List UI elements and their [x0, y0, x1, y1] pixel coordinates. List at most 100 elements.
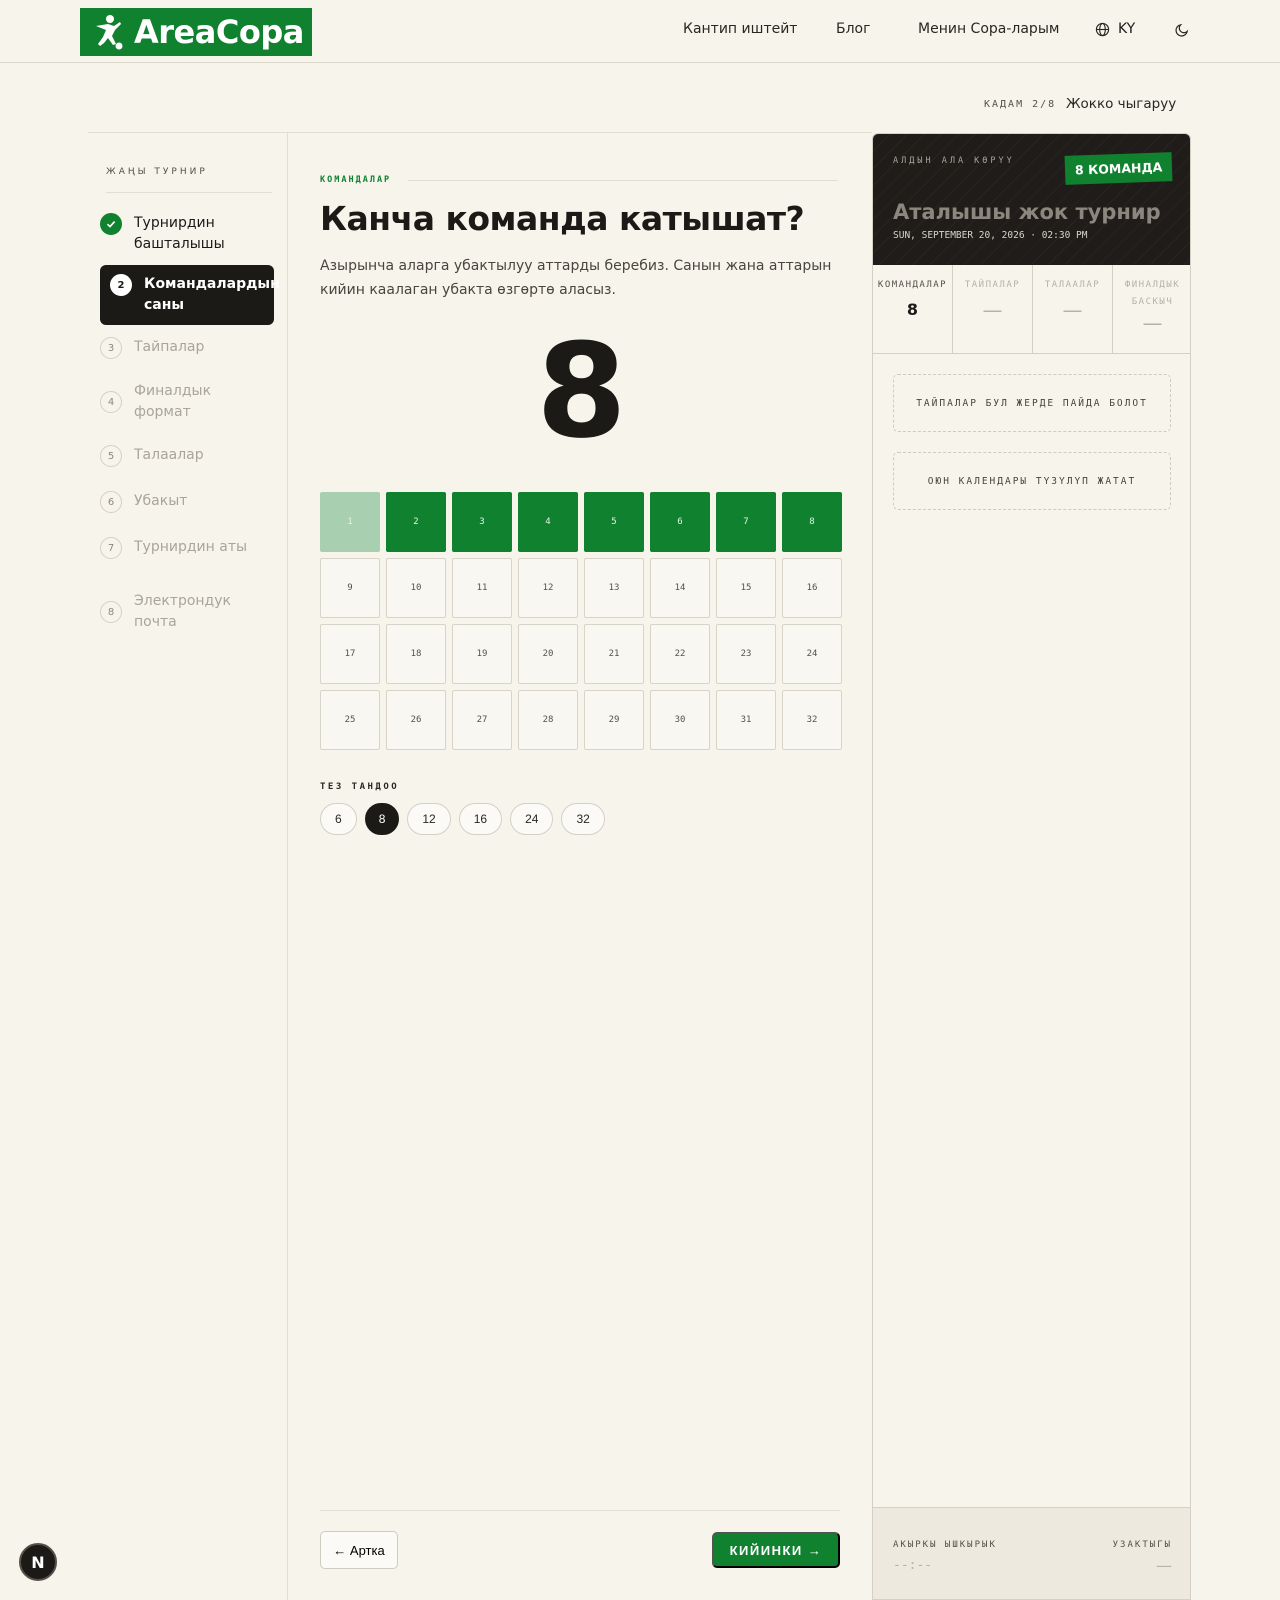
- step-label: Талаалар: [134, 447, 204, 463]
- team-count-cell[interactable]: 5: [584, 492, 644, 552]
- team-count-cell[interactable]: 8: [782, 492, 842, 552]
- step-number: 6: [100, 491, 122, 513]
- stat-value: —: [1062, 298, 1083, 322]
- cancel-link[interactable]: Жокко чыгаруу: [1066, 96, 1176, 112]
- quick-select-chip[interactable]: 32: [561, 803, 605, 835]
- tournament-preview-card: АЛДЫН АЛА КӨРҮҮ 8 КОМАНДА Аталышы жок ту…: [872, 133, 1191, 1600]
- step-item-8[interactable]: 8 Электрондук почта: [100, 591, 274, 633]
- team-count-cell[interactable]: 29: [584, 690, 644, 750]
- stat-groups: ТАЙПАЛАР —: [953, 265, 1033, 353]
- quick-select-chip[interactable]: 24: [510, 803, 554, 835]
- step-number: 8: [100, 601, 122, 623]
- team-count-grid: 1 2 3 4 5 6 7 8 9 10 11 12 13 14 15 16 1…: [320, 492, 842, 750]
- stat-label: ФИНАЛДЫК БАСКЫЧ: [1124, 280, 1181, 307]
- step-label: Командалардын саны: [144, 276, 280, 313]
- team-count-cell[interactable]: 26: [386, 690, 446, 750]
- back-button[interactable]: ← Артка: [320, 1531, 398, 1569]
- step-number: 2: [110, 274, 132, 296]
- team-count-cell[interactable]: 23: [716, 624, 776, 684]
- step-number: 3: [100, 337, 122, 359]
- team-count-cell[interactable]: 24: [782, 624, 842, 684]
- team-count-cell[interactable]: 30: [650, 690, 710, 750]
- step-item-6[interactable]: 6 Убакыт: [100, 491, 274, 513]
- step-number: 4: [100, 391, 122, 413]
- divider: [320, 1510, 840, 1511]
- quick-select: 6 8 12 16 24 32: [320, 803, 605, 835]
- team-count-cell[interactable]: 15: [716, 558, 776, 618]
- soccer-player-icon: [96, 15, 123, 50]
- stat-value: —: [1142, 311, 1163, 335]
- team-count-cell[interactable]: 11: [452, 558, 512, 618]
- duration-value: —: [1156, 1556, 1172, 1575]
- dev-tools-badge[interactable]: N: [19, 1543, 57, 1581]
- globe-icon: [1095, 22, 1110, 36]
- team-count-cell[interactable]: 21: [584, 624, 644, 684]
- team-count-cell[interactable]: 32: [782, 690, 842, 750]
- page-title: Канча команда катышат?: [320, 199, 805, 238]
- section-label: КОМАНДАЛАР: [320, 175, 392, 185]
- nav-blog[interactable]: Блог: [836, 21, 870, 37]
- next-button[interactable]: КИЙИНКИ →: [712, 1532, 840, 1568]
- step-number: 7: [100, 537, 122, 559]
- team-count-cell[interactable]: 14: [650, 558, 710, 618]
- team-count-cell[interactable]: 7: [716, 492, 776, 552]
- team-count-cell[interactable]: 18: [386, 624, 446, 684]
- team-count-cell[interactable]: 17: [320, 624, 380, 684]
- tournament-date: SUN, SEPTEMBER 20, 2026 · 02:30 PM: [893, 230, 1088, 241]
- team-count-cell[interactable]: 9: [320, 558, 380, 618]
- step-item-3[interactable]: 3 Тайпалар: [100, 337, 274, 359]
- logo-text: AreaCopa: [134, 13, 304, 51]
- tournament-name: Аталышы жок турнир: [893, 200, 1161, 224]
- quick-select-chip[interactable]: 12: [407, 803, 451, 835]
- final-whistle-label: АКЫРКЫ ЫШКЫРЫК: [893, 1540, 997, 1550]
- team-count-cell[interactable]: 31: [716, 690, 776, 750]
- divider: [408, 180, 838, 181]
- team-count-cell[interactable]: 28: [518, 690, 578, 750]
- team-count-cell[interactable]: 2: [386, 492, 446, 552]
- groups-placeholder: ТАЙПАЛАР БУЛ ЖЕРДЕ ПАЙДА БОЛОТ: [893, 374, 1171, 432]
- team-count-cell[interactable]: 27: [452, 690, 512, 750]
- team-count-cell[interactable]: 16: [782, 558, 842, 618]
- stat-final-stage: ФИНАЛДЫК БАСКЫЧ —: [1113, 265, 1190, 353]
- duration-label: УЗАКТЫГЫ: [1112, 1540, 1172, 1550]
- team-count-cell[interactable]: 12: [518, 558, 578, 618]
- quick-select-chip[interactable]: 16: [458, 803, 503, 835]
- team-count-cell[interactable]: 6: [650, 492, 710, 552]
- step-item-5[interactable]: 5 Талаалар: [100, 445, 274, 467]
- selected-team-count: 8: [536, 315, 626, 467]
- step-label: Электрондук почта: [134, 593, 231, 630]
- team-count-cell[interactable]: 1: [320, 492, 380, 552]
- step-counter: КАДАМ 2/8: [984, 99, 1057, 110]
- team-count-cell[interactable]: 13: [584, 558, 644, 618]
- team-count-cell[interactable]: 19: [452, 624, 512, 684]
- team-count-cell[interactable]: 20: [518, 624, 578, 684]
- step-item-2[interactable]: 2 Командалардын саны: [100, 265, 280, 325]
- sidebar-title: ЖАҢЫ ТУРНИР: [106, 167, 208, 177]
- logo[interactable]: AreaCopa: [80, 8, 312, 56]
- step-item-7[interactable]: 7 Турнирдин аты: [100, 537, 274, 559]
- quick-select-chip[interactable]: 6: [320, 803, 357, 835]
- preview-stats: КОМАНДАЛАР 8 ТАЙПАЛАР — ТАЛААЛАР — ФИНАЛ…: [873, 265, 1190, 354]
- preview-footer: АКЫРКЫ ЫШКЫРЫК --:-- УЗАКТЫГЫ —: [873, 1507, 1190, 1599]
- step-item-1[interactable]: Турнирдин башталышы: [100, 213, 274, 255]
- team-count-cell[interactable]: 25: [320, 690, 380, 750]
- step-label: Турнирдин аты: [134, 539, 248, 555]
- nav-my-copas[interactable]: Менин Copa-ларым: [918, 21, 1059, 37]
- theme-toggle-moon-icon[interactable]: [1175, 22, 1190, 37]
- top-navigation-bar: AreaCopa Кантип иштейт Блог Менин Copa-л…: [0, 0, 1280, 63]
- nav-how-it-works[interactable]: Кантип иштейт: [683, 21, 797, 37]
- main-content: КОМАНДАЛАР Канча команда катышат? Азырын…: [288, 132, 872, 1600]
- team-count-cell[interactable]: 22: [650, 624, 710, 684]
- step-label: Турнирдин башталышы: [134, 215, 225, 252]
- step-item-4[interactable]: 4 Финалдык формат: [100, 381, 274, 423]
- stat-value: 8: [906, 300, 919, 319]
- page-description: Азырынча аларга убактылуу аттарды береби…: [320, 258, 832, 298]
- stat-label: ТАЙПАЛАР: [964, 280, 1021, 290]
- language-switcher[interactable]: KY: [1095, 21, 1135, 37]
- team-count-cell[interactable]: 10: [386, 558, 446, 618]
- step-label: Тайпалар: [134, 339, 205, 355]
- team-count-cell[interactable]: 3: [452, 492, 512, 552]
- quick-select-chip-selected[interactable]: 8: [364, 803, 400, 835]
- step-label: Финалдык формат: [134, 383, 212, 420]
- team-count-cell[interactable]: 4: [518, 492, 578, 552]
